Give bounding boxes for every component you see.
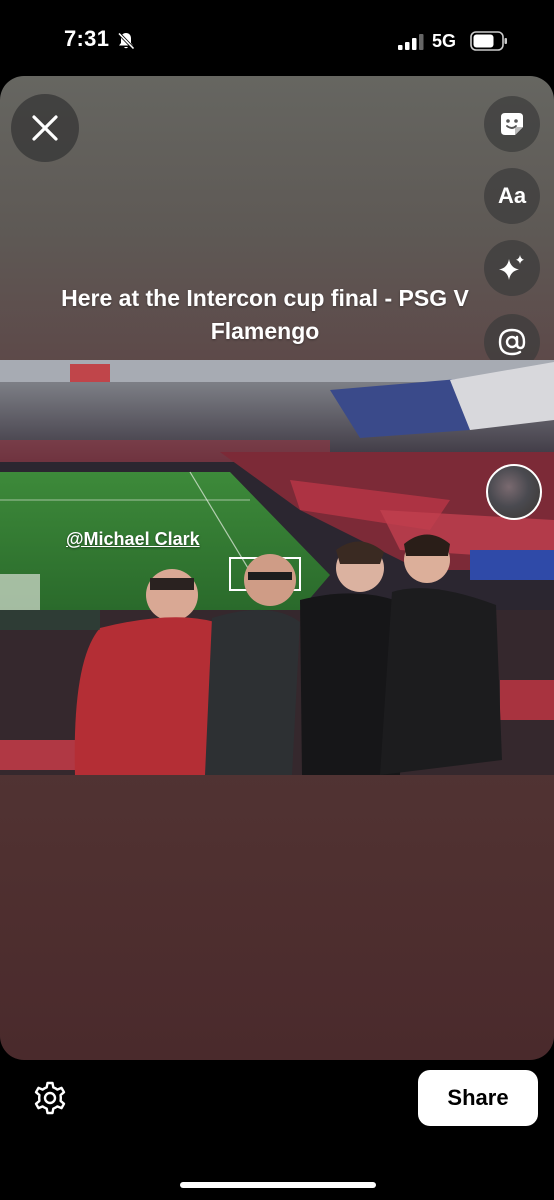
story-canvas[interactable]: Aa Here at the Intercon cup final - PSG … [0, 76, 554, 1060]
gear-icon[interactable] [32, 1080, 68, 1116]
at-sign-icon [498, 328, 526, 356]
status-time: 7:31 [64, 26, 110, 51]
sticker-button[interactable] [484, 96, 540, 152]
signal-icon [398, 34, 424, 50]
effects-button[interactable] [484, 240, 540, 296]
network-type: 5G [432, 31, 457, 51]
mention-tag[interactable]: @Michael Clark [66, 529, 200, 550]
battery-icon [470, 31, 507, 51]
close-icon [32, 115, 58, 141]
bell-muted-icon [117, 32, 135, 50]
close-button[interactable] [11, 94, 79, 162]
text-tool-button[interactable]: Aa [484, 168, 540, 224]
sticker-icon [501, 113, 523, 135]
color-picker-swatch[interactable] [486, 464, 542, 520]
stadium-photo[interactable] [0, 360, 554, 775]
share-button[interactable]: Share [418, 1070, 538, 1126]
sparkle-icon [499, 255, 524, 280]
story-caption[interactable]: Here at the Intercon cup final - PSG V F… [40, 282, 490, 348]
status-bar: 7:31 5G [0, 0, 554, 76]
text-tool-label: Aa [497, 183, 527, 208]
home-indicator[interactable] [180, 1182, 376, 1188]
